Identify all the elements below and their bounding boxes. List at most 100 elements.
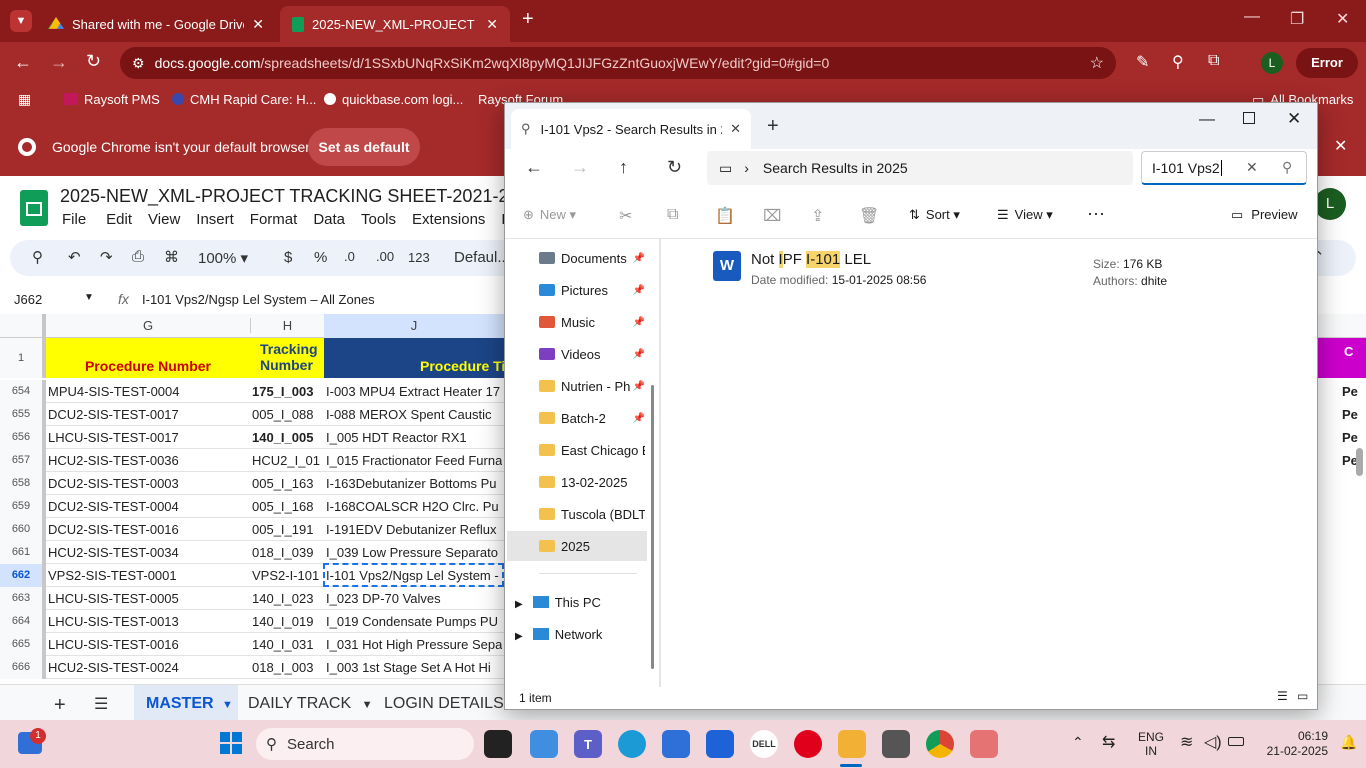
col-header-h[interactable]: H <box>250 318 324 333</box>
header-tracking-number[interactable]: Tracking Number <box>250 338 324 378</box>
cell-h[interactable]: 140_I_023 <box>252 591 322 606</box>
menu-tools[interactable]: Tools <box>361 211 396 228</box>
percent-format[interactable]: % <box>314 249 327 266</box>
nav-item[interactable]: Tuscola (BDLTU <box>505 499 645 529</box>
browser-tab-sheet[interactable]: 2025-NEW_XML-PROJECT TRAC ✕ <box>280 6 510 42</box>
set-default-button[interactable]: Set as default <box>308 128 420 166</box>
cell-h[interactable]: 018_I_039 <box>252 545 322 560</box>
account-avatar[interactable]: L <box>1314 188 1346 220</box>
edge-icon[interactable] <box>618 730 646 758</box>
network-item[interactable]: ▶ Network <box>515 627 602 642</box>
pen-icon[interactable]: ✎ <box>1136 52 1149 72</box>
dell-icon[interactable]: DELL <box>750 730 778 758</box>
tab-close-icon[interactable]: ✕ <box>486 16 498 33</box>
sort-button[interactable]: ⇅ Sort ▾ <box>909 207 960 223</box>
rename-icon[interactable]: ⌧ <box>763 206 781 226</box>
col-header-g[interactable]: G <box>46 318 250 333</box>
cell-j[interactable]: I_031 Hot High Pressure Sepa <box>326 637 502 652</box>
print-icon[interactable]: ⎙ <box>132 248 144 265</box>
number-format[interactable]: 123 <box>408 250 430 265</box>
site-info-icon[interactable]: ⚙ <box>132 55 145 72</box>
nav-item[interactable]: East Chicago Ea <box>505 435 645 465</box>
cell-h[interactable]: 140_I_019 <box>252 614 322 629</box>
cell-g[interactable]: LHCU-SIS-TEST-0013 <box>48 614 248 629</box>
view-button[interactable]: ☰ View ▾ <box>997 207 1053 223</box>
up-icon[interactable]: ↑ <box>619 157 628 178</box>
cell-h[interactable]: 018_I_003 <box>252 660 322 675</box>
back-icon[interactable]: ← <box>525 157 543 178</box>
cell-g[interactable]: DCU2-SIS-TEST-0003 <box>48 476 248 491</box>
search-box[interactable]: I-101 Vps2 ✕ ⚲ <box>1141 151 1307 185</box>
currency-format[interactable]: $ <box>284 249 292 266</box>
teams-icon[interactable]: T <box>574 730 602 758</box>
restore-icon[interactable]: ❐ <box>1290 9 1304 29</box>
minimize-icon[interactable]: — <box>1244 8 1260 26</box>
cell-j[interactable]: I-168COALSCR H2O Clrc. Pu <box>326 499 502 514</box>
cell-g[interactable]: DCU2-SIS-TEST-0017 <box>48 407 248 422</box>
row-number[interactable]: 656 <box>0 426 46 449</box>
sheet-tab-login-details[interactable]: LOGIN DETAILS <box>384 695 504 713</box>
clock[interactable]: 06:19 21-02-2025 <box>1256 729 1328 759</box>
taskbar-search[interactable]: ⚲ Search <box>256 728 474 760</box>
expand-icon[interactable]: ▶ <box>515 631 523 642</box>
result-item[interactable]: W Not IPF I-101 LEL Date modified: 15-01… <box>709 247 1309 291</box>
cell-j[interactable]: I_005 HDT Reactor RX1 <box>326 430 502 445</box>
new-button[interactable]: ⊕ New ▾ <box>523 207 576 223</box>
show-hidden-icons[interactable]: ⌃ <box>1072 734 1084 751</box>
row-number[interactable]: 655 <box>0 403 46 426</box>
cell-h[interactable]: 140_I_031 <box>252 637 322 652</box>
reload-icon[interactable]: ↻ <box>86 51 101 72</box>
new-tab-icon[interactable]: + <box>522 8 534 31</box>
header-procedure-title[interactable]: Procedure Tit <box>324 338 504 378</box>
cell-g[interactable]: MPU4-SIS-TEST-0004 <box>48 384 248 399</box>
calculator-icon[interactable] <box>882 730 910 758</box>
zoom-select[interactable]: 100% ▾ <box>198 249 248 267</box>
cell-j[interactable]: I-191EDV Debutanizer Reflux <box>326 522 502 537</box>
clear-search-icon[interactable]: ✕ <box>1246 159 1258 176</box>
formula-input[interactable]: I-101 Vps2/Ngsp Lel System – All Zones <box>142 292 375 307</box>
all-sheets-icon[interactable]: ☰ <box>94 694 108 714</box>
cell-j[interactable]: I_039 Low Pressure Separato <box>326 545 502 560</box>
copilot-icon[interactable] <box>530 730 558 758</box>
bookmark-raysoft-pms[interactable]: Raysoft PMS <box>64 92 160 107</box>
sheet-tab-master[interactable]: MASTER ▼ <box>134 685 238 723</box>
close-window-icon[interactable]: ✕ <box>1336 9 1349 29</box>
share-icon[interactable]: ⇪ <box>811 206 824 226</box>
nav-item[interactable]: 2025 <box>507 531 647 561</box>
cell-h[interactable]: VPS2-I-101 <box>252 568 322 583</box>
cell-right[interactable]: Pe <box>1342 430 1366 445</box>
doc-title[interactable]: 2025-NEW_XML-PROJECT TRACKING SHEET-2021… <box>60 186 504 207</box>
menu-format[interactable]: Format <box>250 211 298 228</box>
cell-right[interactable]: Pe <box>1342 384 1366 399</box>
menu-insert[interactable]: Insert <box>196 211 234 228</box>
cell-j[interactable]: I-088 MEROX Spent Caustic <box>326 407 502 422</box>
cell-j[interactable]: I-163Debutanizer Bottoms Pu <box>326 476 502 491</box>
apps-icon[interactable]: ▦ <box>18 91 31 108</box>
opera-icon[interactable] <box>794 730 822 758</box>
row-number[interactable]: 664 <box>0 610 46 633</box>
wifi-icon[interactable]: ≋ <box>1180 732 1193 752</box>
minimize-icon[interactable]: — <box>1199 111 1215 129</box>
file-explorer-icon[interactable] <box>838 730 866 758</box>
nav-item[interactable]: Documents 📌 <box>505 243 645 273</box>
address-breadcrumb[interactable]: ▭ › Search Results in 2025 <box>707 151 1133 185</box>
infobar-close-icon[interactable]: ✕ <box>1334 136 1347 156</box>
expand-icon[interactable]: ▶ <box>515 599 523 610</box>
increase-decimal[interactable]: .00 <box>376 249 394 264</box>
tab-close-icon[interactable]: ✕ <box>730 121 741 137</box>
network-status-icon[interactable]: ⇆ <box>1102 732 1115 752</box>
row-number[interactable]: 661 <box>0 541 46 564</box>
copy-icon[interactable]: ⧉ <box>667 206 678 224</box>
preview-button[interactable]: ▭ Preview <box>1231 207 1298 223</box>
row-number[interactable]: 666 <box>0 656 46 679</box>
address-bar[interactable]: ⚙ docs.google.com/spreadsheets/d/1SSxbUN… <box>120 47 1116 79</box>
redo-icon[interactable]: ↷ <box>100 248 113 266</box>
volume-icon[interactable]: ◁) <box>1204 732 1222 752</box>
sheet-tab-daily-track[interactable]: DAILY TRACK ▼ <box>248 695 373 713</box>
menu-extensions[interactable]: Extensions <box>412 211 485 228</box>
cell-h[interactable]: 005_I_163 <box>252 476 322 491</box>
paint-format-icon[interactable]: ⌘ <box>164 248 179 266</box>
cell-j[interactable]: I_015 Fractionator Feed Furna <box>326 453 502 468</box>
store-icon[interactable] <box>662 730 690 758</box>
cell-g[interactable]: LHCU-SIS-TEST-0016 <box>48 637 248 652</box>
